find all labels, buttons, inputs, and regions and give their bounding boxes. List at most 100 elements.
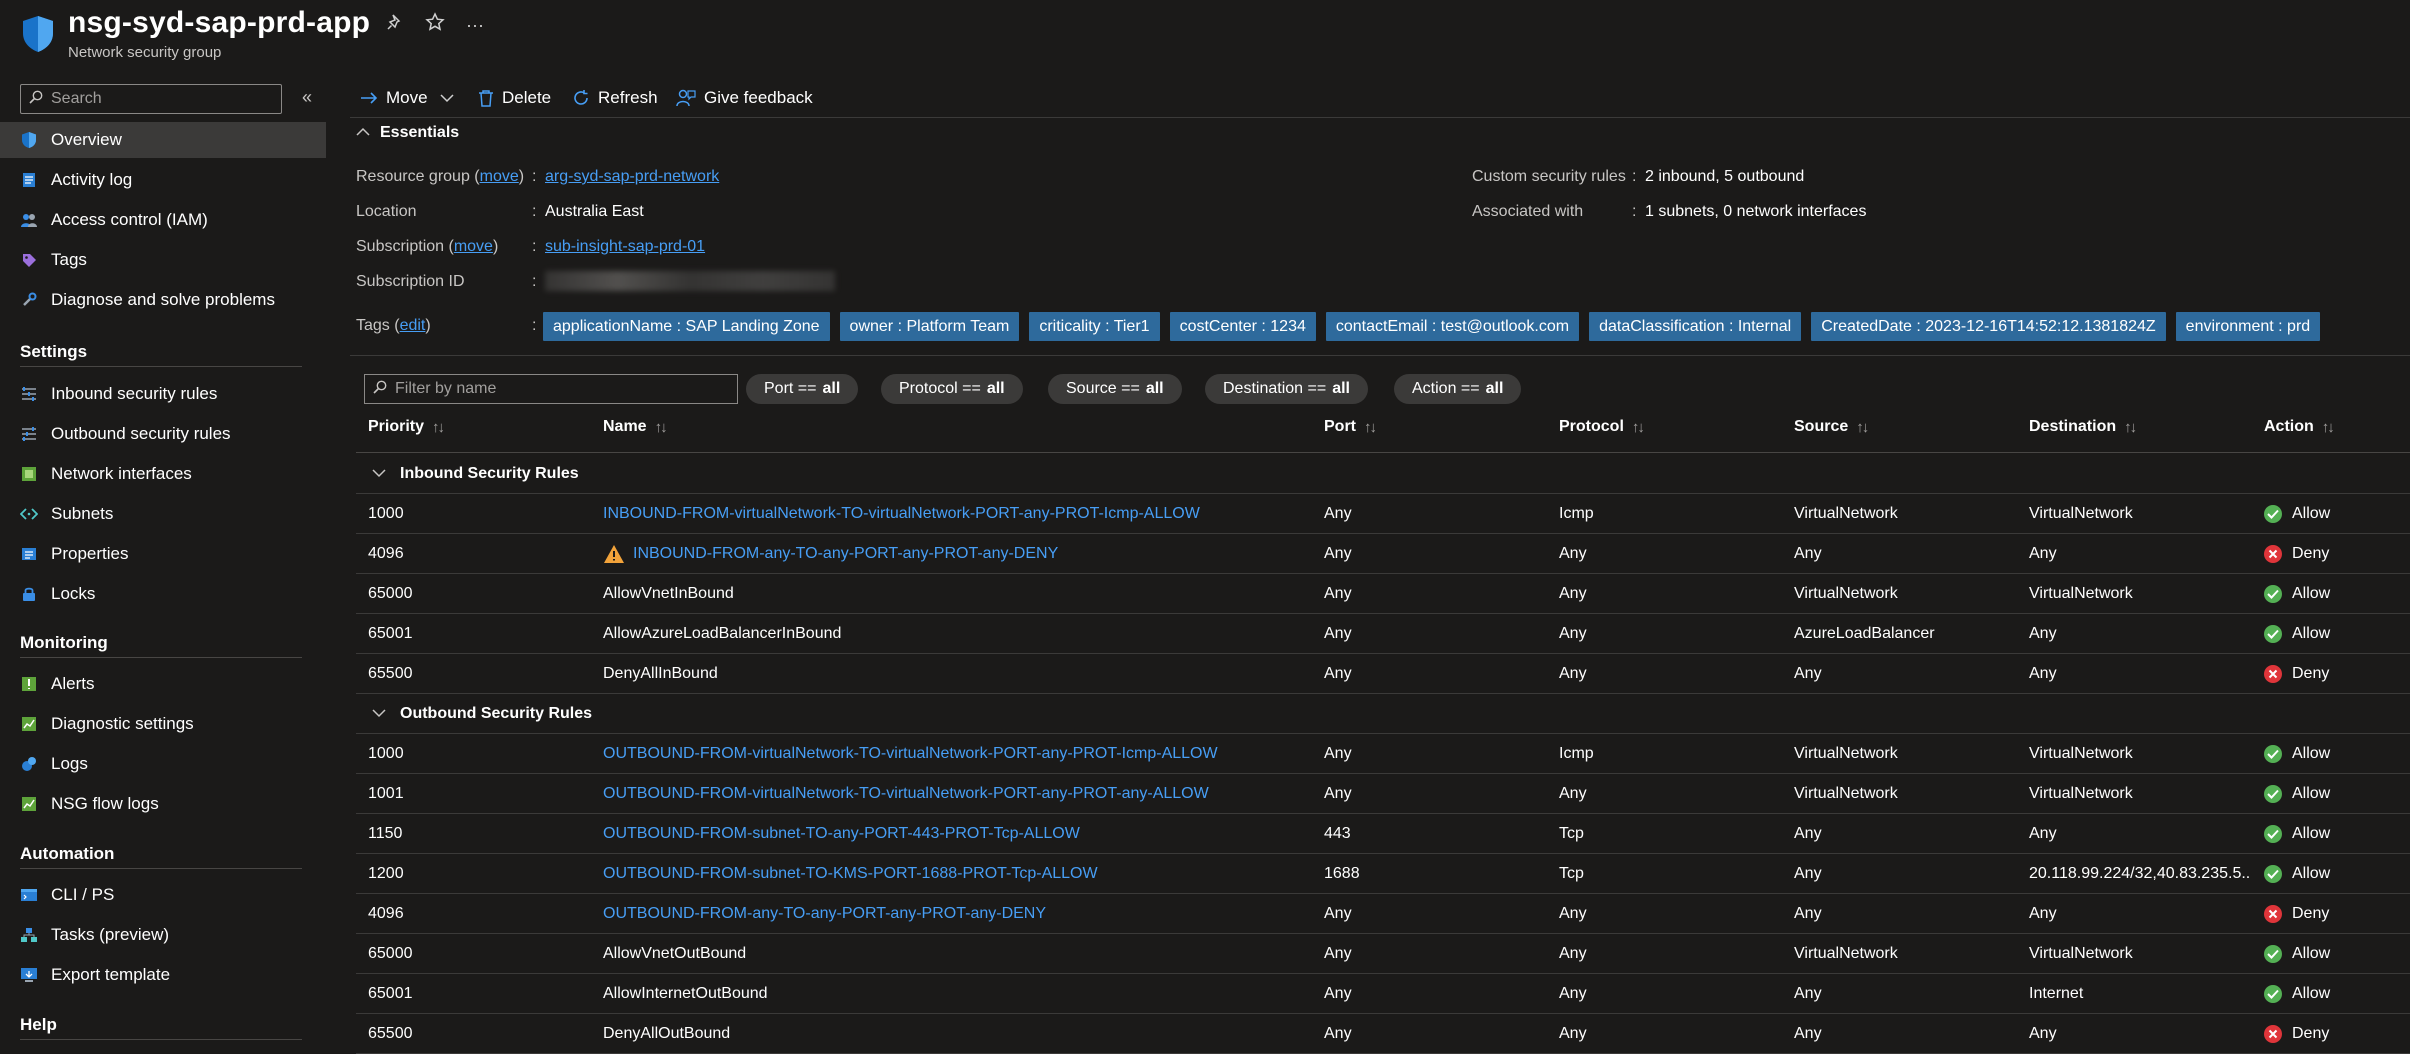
subscription-value-link[interactable]: sub-insight-sap-prd-01 bbox=[545, 238, 705, 256]
tag-chip[interactable]: criticality : Tier1 bbox=[1029, 312, 1160, 341]
table-row[interactable]: 1001 OUTBOUND-FROM-virtualNetwork-TO-virt… bbox=[356, 774, 2410, 814]
action-filter-pill[interactable]: Action == all bbox=[1394, 374, 1522, 404]
tag-chip[interactable]: applicationName : SAP Landing Zone bbox=[543, 312, 830, 341]
nav-item-tags[interactable]: Tags bbox=[0, 242, 326, 278]
table-row[interactable]: 1150 OUTBOUND-FROM-subnet-TO-any-PORT-443… bbox=[356, 814, 2410, 854]
nav-item-diagnose[interactable]: Diagnose and solve problems bbox=[0, 282, 326, 318]
nav-item-network-interfaces[interactable]: Network interfaces bbox=[0, 456, 326, 492]
give-feedback-button[interactable]: Give feedback bbox=[676, 84, 813, 112]
essentials-toggle[interactable]: Essentials bbox=[356, 124, 459, 142]
deny-x-icon bbox=[2264, 665, 2282, 683]
nav-item-outbound-rules[interactable]: Outbound security rules bbox=[0, 416, 326, 452]
collapse-menu-button[interactable]: « bbox=[296, 86, 318, 108]
nav-item-cli-ps[interactable]: CLI / PS bbox=[0, 877, 326, 913]
resource-group-value-link[interactable]: arg-syd-sap-prd-network bbox=[545, 168, 719, 186]
cell-name[interactable]: OUTBOUND-FROM-subnet-TO-any-PORT-443-PRO… bbox=[603, 814, 1303, 854]
column-header-destination[interactable]: Destination ↑↓ bbox=[2029, 418, 2137, 436]
cell-priority: 65500 bbox=[368, 665, 413, 682]
nav-item-export-template[interactable]: Export template bbox=[0, 957, 326, 993]
table-row[interactable]: 65500 DenyAllInBound Any Any Any Any Deny bbox=[356, 654, 2410, 694]
custom-rules-label: Custom security rules bbox=[1472, 168, 1626, 185]
cell-name[interactable]: INBOUND-FROM-virtualNetwork-TO-virtualNe… bbox=[603, 494, 1303, 534]
tag-icon bbox=[20, 251, 38, 269]
tag-chip[interactable]: contactEmail : test@outlook.com bbox=[1325, 312, 1580, 341]
tag-chip[interactable]: owner : Platform Team bbox=[839, 312, 1020, 341]
rule-name[interactable]: OUTBOUND-FROM-subnet-TO-any-PORT-443-PRO… bbox=[603, 825, 1080, 843]
cell-name[interactable]: OUTBOUND-FROM-subnet-TO-KMS-PORT-1688-PR… bbox=[603, 854, 1303, 894]
subscription-move-link[interactable]: move bbox=[454, 238, 493, 255]
table-row[interactable]: 1000 INBOUND-FROM-virtualNetwork-TO-virtu… bbox=[356, 494, 2410, 534]
cell-destination: Any bbox=[2029, 625, 2057, 642]
nav-item-nsg-flow-logs[interactable]: NSG flow logs bbox=[0, 786, 326, 822]
nav-item-diagnostic-settings[interactable]: Diagnostic settings bbox=[0, 706, 326, 742]
redacted-block bbox=[545, 271, 835, 291]
cell-priority: 65500 bbox=[368, 1025, 413, 1042]
protocol-filter-pill[interactable]: Protocol == all bbox=[881, 374, 1023, 404]
rule-name[interactable]: OUTBOUND-FROM-virtualNetwork-TO-virtualN… bbox=[603, 785, 1209, 803]
source-filter-pill[interactable]: Source == all bbox=[1048, 374, 1182, 404]
pill-value: all bbox=[986, 380, 1005, 397]
table-row[interactable]: 65001 AllowAzureLoadBalancerInBound Any Any… bbox=[356, 614, 2410, 654]
column-header-port[interactable]: Port ↑↓ bbox=[1324, 418, 1377, 436]
filter-by-name-box[interactable] bbox=[364, 374, 738, 404]
nav-item-logs[interactable]: Logs bbox=[0, 746, 326, 782]
column-header-action[interactable]: Action ↑↓ bbox=[2264, 418, 2335, 436]
logs-icon bbox=[20, 755, 38, 773]
rule-group-header[interactable]: Outbound Security Rules bbox=[356, 694, 2410, 734]
filter-by-name-input[interactable] bbox=[395, 380, 725, 398]
cell-name[interactable]: INBOUND-FROM-any-TO-any-PORT-any-PROT-an… bbox=[603, 534, 1303, 574]
cell-name[interactable]: OUTBOUND-FROM-any-TO-any-PORT-any-PROT-a… bbox=[603, 894, 1303, 934]
port-filter-pill[interactable]: Port == all bbox=[746, 374, 859, 404]
cell-source: Any bbox=[1794, 1025, 1822, 1042]
tag-chip[interactable]: environment : prd bbox=[2175, 312, 2321, 341]
resource-group-value[interactable]: arg-syd-sap-prd-network bbox=[545, 168, 719, 185]
nav-item-locks[interactable]: Locks bbox=[0, 576, 326, 612]
table-row[interactable]: 65500 DenyAllOutBound Any Any Any Any Deny bbox=[356, 1014, 2410, 1054]
table-row[interactable]: 4096 OUTBOUND-FROM-any-TO-any-PORT-any-PR… bbox=[356, 894, 2410, 934]
tag-chip[interactable]: dataClassification : Internal bbox=[1589, 312, 1802, 341]
nav-item-alerts[interactable]: Alerts bbox=[0, 666, 326, 702]
subscription-value[interactable]: sub-insight-sap-prd-01 bbox=[545, 238, 705, 255]
action-text: Allow bbox=[2292, 945, 2331, 962]
cell-name[interactable]: OUTBOUND-FROM-virtualNetwork-TO-virtualN… bbox=[603, 774, 1303, 814]
table-row[interactable]: 65000 AllowVnetOutBound Any Any VirtualNetwo… bbox=[356, 934, 2410, 974]
rule-name[interactable]: INBOUND-FROM-any-TO-any-PORT-any-PROT-an… bbox=[633, 545, 1058, 563]
rule-name[interactable]: OUTBOUND-FROM-subnet-TO-KMS-PORT-1688-PR… bbox=[603, 865, 1098, 883]
resource-group-move-link[interactable]: move bbox=[480, 168, 519, 185]
column-header-priority[interactable]: Priority ↑↓ bbox=[368, 418, 445, 436]
rule-name[interactable]: INBOUND-FROM-virtualNetwork-TO-virtualNe… bbox=[603, 505, 1200, 523]
favorite-button[interactable] bbox=[422, 12, 448, 38]
rule-name[interactable]: OUTBOUND-FROM-virtualNetwork-TO-virtualN… bbox=[603, 745, 1218, 763]
nav-item-overview[interactable]: Overview bbox=[0, 122, 326, 158]
cell-protocol: Any bbox=[1559, 905, 1587, 922]
nav-item-activity-log[interactable]: Activity log bbox=[0, 162, 326, 198]
destination-filter-pill[interactable]: Destination == all bbox=[1205, 374, 1368, 404]
menu-search-box[interactable] bbox=[20, 84, 282, 114]
delete-button[interactable]: Delete bbox=[478, 84, 551, 112]
rule-name[interactable]: OUTBOUND-FROM-any-TO-any-PORT-any-PROT-a… bbox=[603, 905, 1046, 923]
table-row[interactable]: 65001 AllowInternetOutBound Any Any Any Inter… bbox=[356, 974, 2410, 1014]
nav-item-access-control[interactable]: Access control (IAM) bbox=[0, 202, 326, 238]
rule-group-header[interactable]: Inbound Security Rules bbox=[356, 454, 2410, 494]
column-header-protocol[interactable]: Protocol ↑↓ bbox=[1559, 418, 1645, 436]
column-header-source[interactable]: Source ↑↓ bbox=[1794, 418, 1869, 436]
move-button[interactable]: Move bbox=[360, 84, 454, 112]
tags-edit-link[interactable]: edit bbox=[400, 317, 426, 334]
table-row[interactable]: 1200 OUTBOUND-FROM-subnet-TO-KMS-PORT-168… bbox=[356, 854, 2410, 894]
menu-search-input[interactable] bbox=[51, 90, 271, 108]
pin-button[interactable] bbox=[382, 12, 408, 38]
nav-item-subnets[interactable]: Subnets bbox=[0, 496, 326, 532]
tag-chip[interactable]: CreatedDate : 2023-12-16T14:52:12.138182… bbox=[1811, 312, 2166, 341]
nav-item-properties[interactable]: Properties bbox=[0, 536, 326, 572]
refresh-button[interactable]: Refresh bbox=[572, 84, 658, 112]
table-row[interactable]: 1000 OUTBOUND-FROM-virtualNetwork-TO-virt… bbox=[356, 734, 2410, 774]
nav-item-inbound-rules[interactable]: Inbound security rules bbox=[0, 376, 326, 412]
tag-chip[interactable]: costCenter : 1234 bbox=[1169, 312, 1316, 341]
table-row[interactable]: 65000 AllowVnetInBound Any Any VirtualNetwor… bbox=[356, 574, 2410, 614]
column-header-name[interactable]: Name ↑↓ bbox=[603, 418, 668, 436]
nav-item-tasks[interactable]: Tasks (preview) bbox=[0, 917, 326, 953]
cell-name[interactable]: OUTBOUND-FROM-virtualNetwork-TO-virtualN… bbox=[603, 734, 1303, 774]
cell-priority: 65000 bbox=[368, 585, 413, 602]
more-button[interactable]: ··· bbox=[462, 12, 488, 38]
table-row[interactable]: 4096 INBOUND-FROM-any-TO-any-PORT-any-PRO… bbox=[356, 534, 2410, 574]
